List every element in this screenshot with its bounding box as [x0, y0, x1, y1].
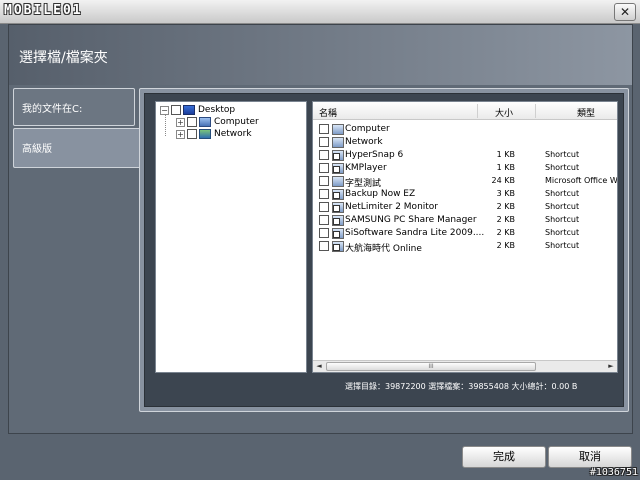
file-type: Microsoft Office W [545, 176, 618, 185]
shortcut-icon [332, 241, 344, 252]
file-size: 2 KB [496, 228, 515, 237]
row-checkbox[interactable] [319, 215, 329, 225]
file-type: Shortcut [545, 241, 580, 250]
list-item[interactable]: KMPlayer 1 KB Shortcut [313, 162, 617, 175]
watermark-label: #1036751 [589, 467, 638, 478]
cancel-button[interactable]: 取消 [548, 446, 632, 468]
row-checkbox[interactable] [319, 202, 329, 212]
page-title: 選擇檔/檔案夾 [19, 50, 108, 66]
list-item[interactable]: NetLimiter 2 Monitor 2 KB Shortcut [313, 201, 617, 214]
list-item[interactable]: Backup Now EZ 3 KB Shortcut [313, 188, 617, 201]
list-item[interactable]: Computer [313, 123, 617, 136]
header-band: 選擇檔/檔案夾 [9, 25, 632, 85]
close-button[interactable]: ✕ [614, 3, 636, 21]
column-size[interactable]: 大小 [495, 106, 513, 119]
content-inner: − Desktop + Computer + Network 名稱 大小 類型 … [144, 93, 624, 407]
app-logo: MOBILE01 [4, 3, 83, 18]
tree-node-label: Network [214, 129, 252, 139]
file-name: Backup Now EZ [345, 189, 416, 199]
file-name: SAMSUNG PC Share Manager [345, 215, 477, 225]
horizontal-scrollbar[interactable]: ◄ III ► [313, 360, 617, 372]
column-divider[interactable] [477, 104, 478, 118]
file-list: 名稱 大小 類型 Computer Network HyperSnap 6 1 … [312, 101, 618, 373]
tree-node-label: Computer [214, 117, 259, 127]
file-size: 2 KB [496, 241, 515, 250]
list-item[interactable]: 字型測試 24 KB Microsoft Office W [313, 175, 618, 189]
column-name[interactable]: 名稱 [319, 106, 337, 119]
expand-icon[interactable]: + [176, 129, 185, 139]
shortcut-icon [332, 163, 344, 174]
file-size: 1 KB [496, 163, 515, 172]
expand-icon[interactable]: + [176, 117, 185, 127]
tree-checkbox[interactable] [171, 105, 181, 115]
tree-node-network[interactable]: + Network [176, 128, 252, 140]
content-panel: − Desktop + Computer + Network 名稱 大小 類型 … [139, 88, 629, 412]
collapse-icon[interactable]: − [160, 105, 169, 115]
shortcut-icon [332, 150, 344, 161]
done-button[interactable]: 完成 [462, 446, 546, 468]
file-name: KMPlayer [345, 163, 387, 173]
column-divider[interactable] [535, 104, 536, 118]
shortcut-icon [332, 228, 344, 239]
file-size: 24 KB [491, 176, 515, 185]
scroll-thumb[interactable]: III [326, 362, 536, 371]
scroll-left-icon[interactable]: ◄ [313, 361, 325, 372]
tree-line [165, 114, 166, 136]
list-item[interactable]: Network [313, 136, 617, 149]
row-checkbox[interactable] [319, 150, 329, 160]
row-checkbox[interactable] [319, 163, 329, 173]
row-checkbox[interactable] [319, 189, 329, 199]
row-checkbox[interactable] [319, 124, 329, 134]
file-size: 1 KB [496, 150, 515, 159]
file-type: Shortcut [545, 150, 580, 159]
file-type: Shortcut [545, 163, 580, 172]
file-name: NetLimiter 2 Monitor [345, 202, 439, 212]
tree-checkbox[interactable] [187, 117, 197, 127]
folder-tree: − Desktop + Computer + Network [155, 101, 307, 373]
tree-node-computer[interactable]: + Computer [176, 116, 259, 128]
tab-label: 高級版 [22, 144, 52, 155]
list-item[interactable]: SAMSUNG PC Share Manager 2 KB Shortcut [313, 214, 617, 227]
computer-icon [199, 117, 211, 127]
row-checkbox[interactable] [319, 137, 329, 147]
tree-checkbox[interactable] [187, 129, 197, 139]
file-name: SiSoftware Sandra Lite 2009.... [345, 228, 485, 238]
file-size: 3 KB [496, 189, 515, 198]
main-frame: 選擇檔/檔案夾 我的文件在C: 高級版 − Desktop + Computer… [8, 24, 633, 434]
list-item[interactable]: HyperSnap 6 1 KB Shortcut [313, 149, 617, 162]
shortcut-icon [332, 215, 344, 226]
file-name: 大航海時代 Online [345, 244, 422, 254]
computer-icon [332, 124, 344, 135]
network-icon [332, 137, 344, 148]
desktop-icon [183, 105, 195, 115]
shortcut-icon [332, 202, 344, 213]
file-type: Shortcut [545, 189, 580, 198]
file-name: Computer [345, 124, 390, 134]
scroll-right-icon[interactable]: ► [605, 361, 617, 372]
network-icon [199, 129, 211, 139]
file-size: 2 KB [496, 215, 515, 224]
tab-advanced[interactable]: 高級版 [13, 128, 145, 168]
column-type[interactable]: 類型 [577, 106, 595, 119]
row-checkbox[interactable] [319, 228, 329, 238]
tab-label: 我的文件在C: [22, 104, 83, 115]
file-name: HyperSnap 6 [345, 150, 404, 160]
list-item[interactable]: SiSoftware Sandra Lite 2009.... 2 KB Sho… [313, 227, 617, 240]
column-header: 名稱 大小 類型 [313, 102, 617, 120]
list-item[interactable]: 大航海時代 Online 2 KB Shortcut [313, 240, 617, 254]
tab-my-documents[interactable]: 我的文件在C: [13, 88, 135, 126]
title-bar: MOBILE01 ✕ [0, 0, 640, 24]
row-checkbox[interactable] [319, 241, 329, 251]
tree-node-desktop[interactable]: − Desktop [160, 104, 235, 116]
document-icon [332, 176, 344, 187]
row-checkbox[interactable] [319, 176, 329, 186]
selection-summary: 選擇目錄：39872200 選擇檔案：39855408 大小總計：0.00 B [345, 382, 578, 391]
file-type: Shortcut [545, 228, 580, 237]
file-type: Shortcut [545, 202, 580, 211]
file-type: Shortcut [545, 215, 580, 224]
file-size: 2 KB [496, 202, 515, 211]
tree-node-label: Desktop [198, 105, 236, 115]
shortcut-icon [332, 189, 344, 200]
file-name: Network [345, 137, 383, 147]
